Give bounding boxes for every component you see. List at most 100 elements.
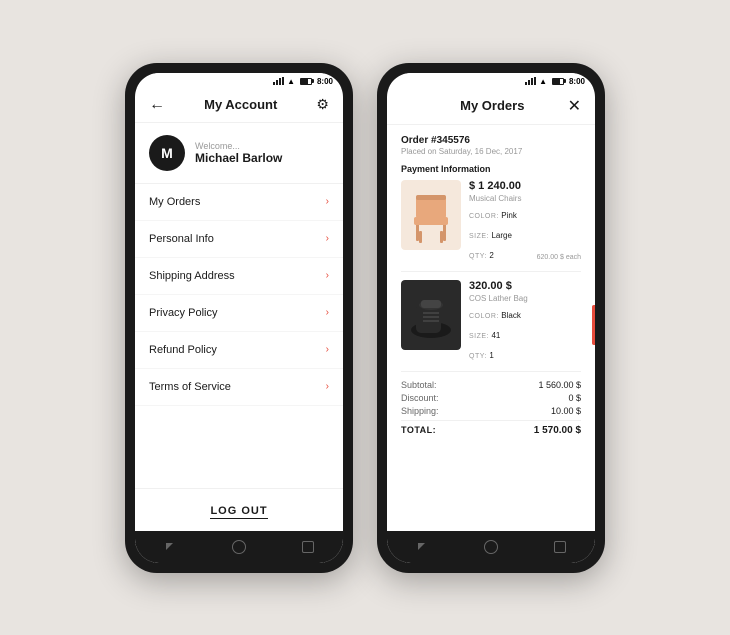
settings-icon[interactable]: ⚙ bbox=[316, 96, 329, 113]
item-qty-value-1: 2 bbox=[489, 251, 493, 260]
phone-account-screen: ▲ 8:00 ← My Account ⚙ M Welcome... Micha… bbox=[135, 73, 343, 563]
discount-row: Discount: 0 $ bbox=[401, 393, 581, 403]
item-color-label-1: COLOR: bbox=[469, 213, 501, 220]
chevron-icon: › bbox=[326, 270, 329, 281]
item-size-value-2: 41 bbox=[491, 331, 500, 340]
subtotal-row: Subtotal: 1 560.00 $ bbox=[401, 380, 581, 390]
item-name-2: COS Lather Bag bbox=[469, 294, 581, 303]
chevron-icon: › bbox=[326, 196, 329, 207]
chevron-icon: › bbox=[326, 233, 329, 244]
menu-item-privacy[interactable]: Privacy Policy › bbox=[135, 295, 343, 332]
discount-label: Discount: bbox=[401, 393, 439, 403]
nav-home-button-2[interactable] bbox=[483, 539, 499, 555]
subtotal-label: Subtotal: bbox=[401, 380, 437, 390]
status-time-1: 8:00 bbox=[317, 77, 333, 86]
item-price-1: $ 1 240.00 bbox=[469, 180, 581, 192]
item-details-2: 320.00 $ COS Lather Bag COLOR: Black SIZ… bbox=[469, 280, 581, 363]
account-title: My Account bbox=[204, 97, 277, 112]
item-qty-label-2: QTY: bbox=[469, 353, 489, 360]
nav-back-icon bbox=[166, 543, 173, 550]
logout-button[interactable]: LOG OUT bbox=[210, 505, 267, 519]
menu-item-shipping[interactable]: Shipping Address › bbox=[135, 258, 343, 295]
menu-item-terms[interactable]: Terms of Service › bbox=[135, 369, 343, 406]
subtotal-value: 1 560.00 $ bbox=[538, 380, 581, 390]
signal-bars-2 bbox=[525, 77, 536, 85]
phone-nav-1 bbox=[135, 531, 343, 563]
item-size-2: SIZE: 41 bbox=[469, 325, 581, 343]
item-size-label-1: SIZE: bbox=[469, 233, 491, 240]
order-item-2: 320.00 $ COS Lather Bag COLOR: Black SIZ… bbox=[401, 280, 581, 372]
item-color-2: COLOR: Black bbox=[469, 305, 581, 323]
menu-item-label: Privacy Policy bbox=[149, 307, 217, 319]
red-indicator bbox=[592, 305, 595, 345]
orders-title: My Orders bbox=[460, 98, 524, 113]
bag-svg bbox=[406, 285, 456, 345]
menu-item-label: My Orders bbox=[149, 196, 200, 208]
status-icons-1: ▲ 8:00 bbox=[273, 77, 333, 86]
logout-section: LOG OUT bbox=[135, 488, 343, 531]
status-bar-2: ▲ 8:00 bbox=[387, 73, 595, 88]
phone-orders: ▲ 8:00 My Orders ✕ Order #345576 Placed … bbox=[377, 63, 605, 573]
nav-back-icon-2 bbox=[418, 543, 425, 550]
signal-bars-1 bbox=[273, 77, 284, 85]
user-info: Welcome... Michael Barlow bbox=[195, 141, 282, 165]
item-size-value-1: Large bbox=[491, 231, 511, 240]
item-color-1: COLOR: Pink bbox=[469, 205, 581, 223]
item-image-chair bbox=[401, 180, 461, 250]
nav-back-button[interactable] bbox=[162, 539, 178, 555]
order-number: Order #345576 bbox=[401, 135, 581, 146]
menu-item-label: Terms of Service bbox=[149, 381, 231, 393]
total-row: TOTAL: 1 570.00 $ bbox=[401, 420, 581, 436]
chevron-icon: › bbox=[326, 381, 329, 392]
menu-item-label: Refund Policy bbox=[149, 344, 217, 356]
phone-account: ▲ 8:00 ← My Account ⚙ M Welcome... Micha… bbox=[125, 63, 353, 573]
menu-item-orders[interactable]: My Orders › bbox=[135, 184, 343, 221]
order-item-1: $ 1 240.00 Musical Chairs COLOR: Pink SI… bbox=[401, 180, 581, 272]
item-qty-2: QTY: 1 bbox=[469, 345, 581, 363]
status-bar-1: ▲ 8:00 bbox=[135, 73, 343, 88]
item-name-1: Musical Chairs bbox=[469, 194, 581, 203]
item-qty-label-1: QTY: bbox=[469, 253, 489, 260]
nav-recent-button-2[interactable] bbox=[552, 539, 568, 555]
nav-home-icon bbox=[232, 540, 246, 554]
item-image-bag bbox=[401, 280, 461, 350]
signal-bar bbox=[528, 80, 530, 85]
nav-recent-button[interactable] bbox=[300, 539, 316, 555]
chair-svg bbox=[406, 185, 456, 245]
menu-item-refund[interactable]: Refund Policy › bbox=[135, 332, 343, 369]
menu-item-personal[interactable]: Personal Info › bbox=[135, 221, 343, 258]
signal-bar bbox=[279, 78, 281, 85]
wifi-icon-2: ▲ bbox=[539, 77, 547, 86]
phone-orders-screen: ▲ 8:00 My Orders ✕ Order #345576 Placed … bbox=[387, 73, 595, 563]
shipping-label: Shipping: bbox=[401, 406, 439, 416]
order-summary: Subtotal: 1 560.00 $ Discount: 0 $ Shipp… bbox=[401, 380, 581, 436]
orders-header: My Orders ✕ bbox=[387, 88, 595, 125]
status-time-2: 8:00 bbox=[569, 77, 585, 86]
menu-item-label: Shipping Address bbox=[149, 270, 235, 282]
item-color-value-1: Pink bbox=[501, 211, 517, 220]
item-details-1: $ 1 240.00 Musical Chairs COLOR: Pink SI… bbox=[469, 180, 581, 263]
nav-home-button[interactable] bbox=[231, 539, 247, 555]
signal-bar bbox=[531, 78, 533, 85]
chevron-icon: › bbox=[326, 344, 329, 355]
total-value: 1 570.00 $ bbox=[534, 425, 581, 436]
phone-nav-2 bbox=[387, 531, 595, 563]
item-color-label-2: COLOR: bbox=[469, 313, 501, 320]
battery-icon-2 bbox=[552, 78, 564, 85]
nav-back-button-2[interactable] bbox=[414, 539, 430, 555]
discount-value: 0 $ bbox=[568, 393, 581, 403]
wifi-icon: ▲ bbox=[287, 77, 295, 86]
phones-container: ▲ 8:00 ← My Account ⚙ M Welcome... Micha… bbox=[125, 63, 605, 573]
battery-fill-1 bbox=[301, 79, 309, 84]
close-button[interactable]: ✕ bbox=[568, 96, 581, 116]
orders-content: Order #345576 Placed on Saturday, 16 Dec… bbox=[387, 125, 595, 531]
total-label: TOTAL: bbox=[401, 425, 436, 436]
chevron-icon: › bbox=[326, 307, 329, 318]
item-color-value-2: Black bbox=[501, 311, 521, 320]
back-button[interactable]: ← bbox=[149, 96, 165, 114]
menu-item-label: Personal Info bbox=[149, 233, 214, 245]
item-size-label-2: SIZE: bbox=[469, 333, 491, 340]
order-date: Placed on Saturday, 16 Dec, 2017 bbox=[401, 147, 581, 156]
signal-bar bbox=[534, 77, 536, 85]
shipping-row: Shipping: 10.00 $ bbox=[401, 406, 581, 416]
